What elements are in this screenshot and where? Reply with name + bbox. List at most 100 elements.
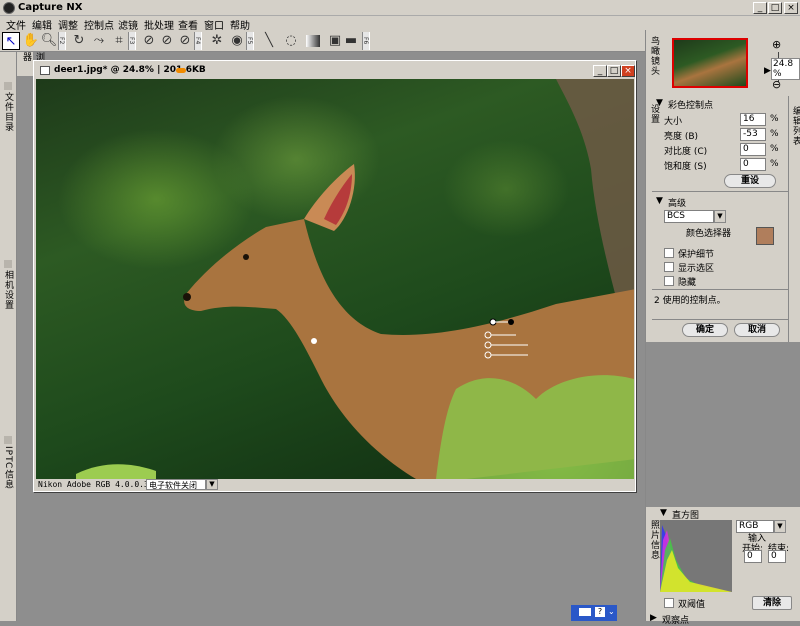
size-field[interactable]: 16	[740, 113, 766, 126]
tab-edit-list[interactable]: 编辑列表	[790, 106, 800, 146]
toolbar-sep-f3: F3	[128, 32, 136, 50]
protect-details-checkbox[interactable]	[664, 248, 674, 258]
deer-eye	[243, 254, 249, 260]
lasso-icon[interactable]: ◌	[282, 32, 300, 50]
hide-label: 隐藏	[678, 278, 697, 288]
doc-minimize-button[interactable]: _	[593, 65, 607, 77]
ok-button[interactable]: 确定	[682, 323, 728, 337]
document-window: deer1.jpg* @ 24.8% | 201.6KB _ □ × Nikon…	[33, 60, 636, 492]
reset-button[interactable]: 重设	[724, 174, 776, 188]
left-panel-strip: 文件目录 相机设置 IPTC信息	[0, 52, 17, 621]
cancel-button[interactable]: 取消	[734, 323, 780, 337]
end-field[interactable]: 0	[768, 550, 786, 563]
hide-checkbox[interactable]	[664, 276, 674, 286]
photo-canvas[interactable]	[36, 79, 634, 479]
expand-arrow-icon[interactable]: ▼	[660, 508, 667, 518]
doc-maximize-button[interactable]: □	[607, 65, 621, 77]
mode-select[interactable]: BCS	[664, 210, 714, 223]
contrast-field[interactable]: 0	[740, 143, 766, 156]
tab-birdseye[interactable]: 鸟瞰镜头	[648, 36, 661, 76]
color-cp-title: 彩色控制点	[668, 101, 714, 111]
divider	[652, 289, 788, 290]
deer-photo	[76, 79, 634, 479]
clear-button[interactable]: 清除	[752, 596, 792, 610]
tab-file-directory[interactable]: 文件目录	[2, 92, 15, 132]
expand-arrow-icon[interactable]: ▼	[656, 98, 663, 108]
document-icon	[40, 66, 50, 75]
zoom-pointer-icon: ▶	[764, 66, 771, 76]
chevron-down-icon[interactable]: ▼	[774, 520, 786, 533]
control-points-used: 2 使用的控制点。	[654, 296, 726, 306]
saturation-unit: %	[770, 159, 779, 169]
menu-bar: 文件 编辑 调整 控制点 滤镜 批处理 查看 窗口 帮助	[0, 16, 800, 32]
black-point-icon[interactable]: ⊘	[140, 32, 158, 50]
doc-close-button[interactable]: ×	[621, 65, 635, 77]
color-profile: Nikon Adobe RGB 4.0.0.3000	[38, 480, 164, 489]
maximize-button[interactable]: □	[768, 2, 782, 14]
tab-camera-settings[interactable]: 相机设置	[2, 270, 15, 310]
status-mode-select[interactable]: 电子软件关闭	[146, 479, 206, 490]
chevron-down-icon[interactable]: ▼	[714, 210, 726, 223]
threshold-label: 双阈值	[678, 600, 706, 610]
straighten-icon[interactable]: ⤳	[90, 32, 108, 50]
options-icon[interactable]: ⌄	[608, 607, 615, 616]
toolbar-sep-f6: F6	[362, 32, 370, 50]
brightness-field[interactable]: -53	[740, 128, 766, 141]
histogram-graph	[660, 520, 732, 592]
brush-icon[interactable]: ╲	[260, 32, 278, 50]
control-point[interactable]	[311, 338, 317, 344]
modified-icon	[176, 68, 186, 73]
zoom-in-icon[interactable]: ⊕	[772, 38, 781, 51]
color-picker-label: 颜色选择器	[686, 229, 732, 239]
minimize-button[interactable]: _	[753, 2, 767, 14]
foreground-leaves-left	[76, 464, 156, 479]
eraser-icon[interactable]: ▬	[342, 32, 360, 50]
right-panel: 鸟瞰镜头 ⊕ 24.8 % ▶ ⊖ 设置 编辑列表 ▼ 彩色控制点 大小 16 …	[645, 30, 800, 626]
collapse-icon[interactable]	[4, 260, 12, 268]
contrast-unit: %	[770, 144, 779, 154]
birdseye-thumbnail[interactable]	[672, 38, 748, 88]
color-swatch[interactable]	[756, 227, 774, 245]
hand-icon[interactable]: ✋	[22, 32, 40, 50]
zoom-level: 24.8 %	[771, 58, 800, 80]
app-title: Capture NX	[18, 2, 83, 13]
brightness-label: 亮度 (B)	[664, 132, 699, 142]
collapse-icon[interactable]	[4, 436, 12, 444]
keyboard-icon[interactable]	[579, 608, 591, 616]
help-icon[interactable]: ?	[595, 607, 605, 617]
toolbar-sep-f5: F5	[246, 32, 254, 50]
close-button[interactable]: ×	[784, 2, 798, 14]
direct-select-icon[interactable]: ↖	[2, 32, 20, 50]
collapse-icon[interactable]	[4, 82, 12, 90]
chevron-down-icon[interactable]: ▼	[206, 479, 218, 490]
histogram-curves	[660, 525, 732, 592]
neutral-point-icon[interactable]: ⊘	[158, 32, 176, 50]
divider	[652, 191, 788, 192]
advanced-title: 高级	[668, 199, 687, 209]
start-field[interactable]: 0	[744, 550, 762, 563]
saturation-label: 饱和度 (S)	[664, 162, 707, 172]
brightness-unit: %	[770, 129, 779, 139]
show-selection-checkbox[interactable]	[664, 262, 674, 272]
gradient-icon[interactable]	[306, 35, 320, 47]
crop-icon[interactable]: ⌗	[110, 32, 128, 50]
tab-iptc-info[interactable]: IPTC信息	[2, 446, 15, 489]
zoom-out-icon[interactable]: ⊖	[772, 78, 781, 91]
expand-arrow-icon[interactable]: ▼	[656, 196, 663, 206]
toolbar-sep-f4: F4	[194, 32, 202, 50]
title-bar: Capture NX _ □ ×	[0, 0, 800, 16]
collapse-arrow-icon[interactable]: ▶	[650, 613, 657, 623]
threshold-checkbox[interactable]	[664, 598, 674, 608]
zoom-icon[interactable]: 🔍︎	[40, 32, 58, 50]
language-bar[interactable]: ? ⌄	[571, 605, 617, 621]
rotate-icon[interactable]: ↻	[70, 32, 88, 50]
color-control-point-icon[interactable]: ✲	[208, 32, 226, 50]
saturation-field[interactable]: 0	[740, 158, 766, 171]
divider	[652, 319, 788, 320]
document-title-bar: deer1.jpg* @ 24.8% | 201.6KB _ □ ×	[36, 63, 635, 79]
red-eye-icon[interactable]: ◉	[228, 32, 246, 50]
deer-nose	[183, 293, 191, 301]
white-point-icon[interactable]: ⊘	[176, 32, 194, 50]
document-status-bar: Nikon Adobe RGB 4.0.0.3000 电子软件关闭 ▼	[36, 479, 633, 491]
browser-tab-strip: 浏览器	[17, 52, 44, 76]
